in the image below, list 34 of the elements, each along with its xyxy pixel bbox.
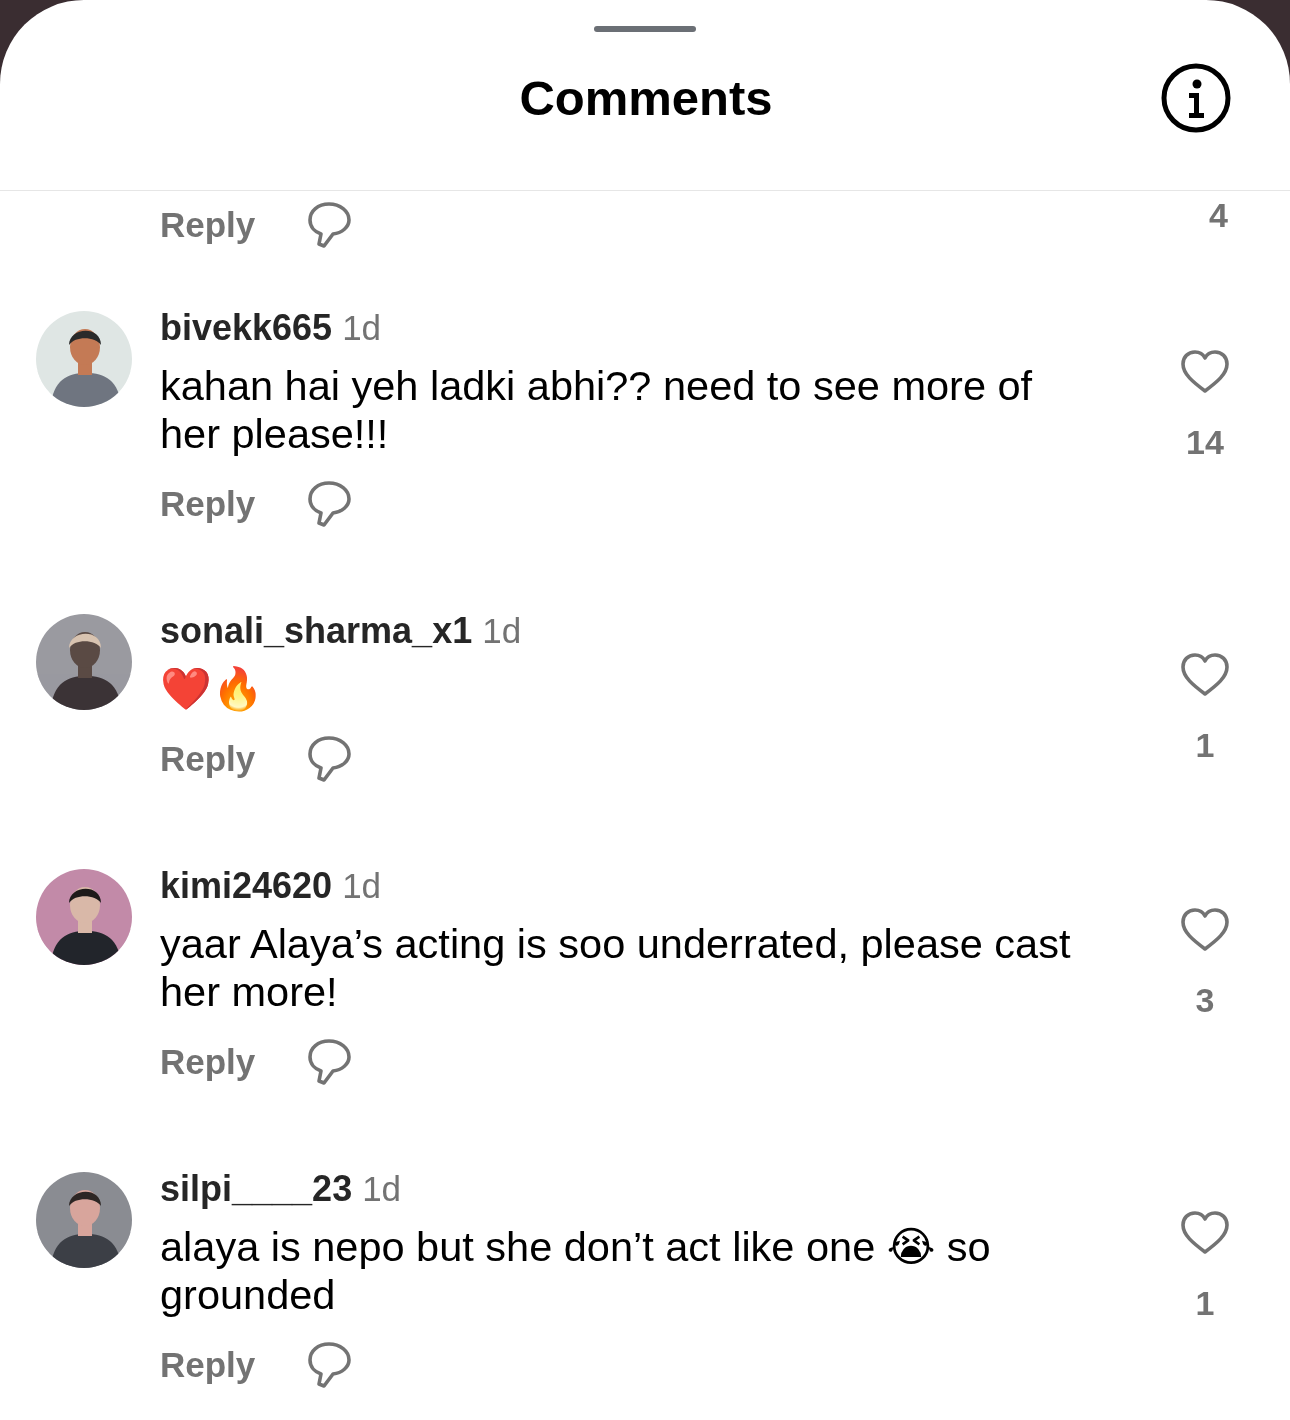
speech-bubble-icon[interactable] [305,1037,354,1087]
sheet-title: Comments [519,70,773,127]
timestamp: 1d [362,1169,402,1209]
username[interactable]: silpi____23 [160,1169,353,1209]
comment-text: kahan hai yeh ladki abhi?? need to see more of her please!!! [160,362,1034,458]
like-count: 4 [1209,195,1228,236]
reply-link[interactable]: Reply [160,203,256,247]
reply-link[interactable]: Reply [160,1343,256,1387]
heart-icon[interactable] [1179,906,1231,954]
speech-bubble-icon[interactable] [305,734,354,784]
like-count: 3 [1195,980,1215,1021]
username[interactable]: bivekk665 [160,308,333,348]
speech-bubble-icon[interactable] [305,1340,354,1390]
timestamp: 1d [482,611,522,651]
speech-bubble-icon[interactable] [305,200,354,250]
reply-link[interactable]: Reply [160,1040,256,1084]
comment-text: ❤🔥 [160,665,265,713]
reply-link[interactable]: Reply [160,482,256,526]
drag-handle[interactable] [594,26,696,32]
timestamp: 1d [342,308,382,348]
comment-text: alaya is nepo but she don’t act like one 😭 so grounded [160,1223,992,1319]
like-count: 1 [1195,1283,1215,1324]
heart-icon[interactable] [1179,651,1231,699]
info-icon[interactable] [1160,62,1232,134]
like-count: 14 [1186,422,1224,463]
username[interactable]: sonali_sharma_x1 [160,611,473,651]
comment-text: yaar Alaya’s acting is soo underrated, please cast her more! [160,920,1072,1016]
timestamp: 1d [342,866,382,906]
reply-link[interactable]: Reply [160,737,256,781]
username[interactable]: kimi24620 [160,866,333,906]
speech-bubble-icon[interactable] [305,479,354,529]
heart-icon[interactable] [1179,348,1231,396]
heart-icon[interactable] [1179,1209,1231,1257]
like-count: 1 [1195,725,1215,766]
